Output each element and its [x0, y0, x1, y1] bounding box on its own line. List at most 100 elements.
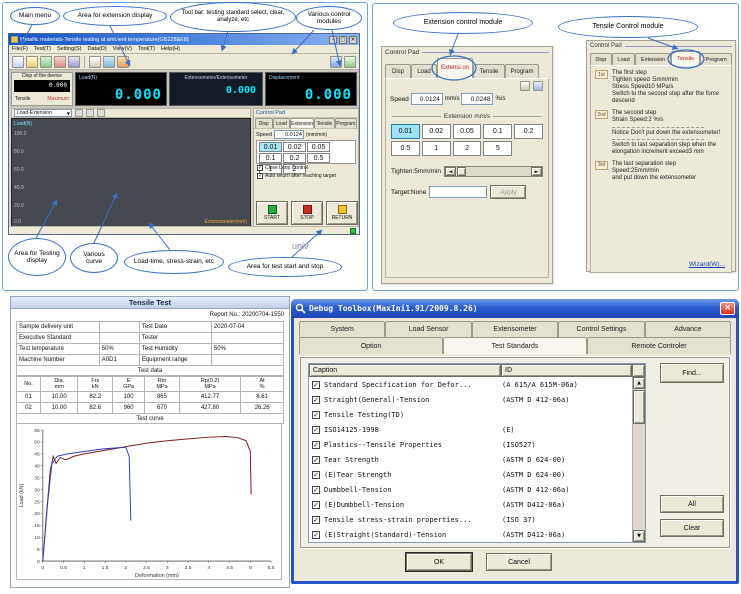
standard-list-item[interactable]: ✓Dumbbell-Tension(ASTM D 412-06a)	[309, 482, 632, 497]
list-scrollbar[interactable]: ▲ ▼	[632, 377, 645, 542]
toolbar-icon-9[interactable]	[330, 56, 342, 68]
tab-disp[interactable]: Disp	[385, 64, 411, 78]
speed-preset-button[interactable]: 0.01	[259, 142, 282, 152]
checkbox-checked-icon[interactable]: ✓	[312, 441, 320, 449]
standard-list-item[interactable]: ✓Plastics--Tensile Properties(ISO527)	[309, 437, 632, 452]
cancel-button[interactable]: Cancel	[486, 553, 552, 571]
minimize-button[interactable]: –	[329, 36, 337, 44]
speed-pct-input[interactable]: 0.0248	[461, 93, 493, 105]
pad-speed-input[interactable]: 0.0124	[274, 130, 304, 139]
ext-speed-button[interactable]: 0.5	[391, 141, 420, 156]
slider-right-arrow[interactable]: ►	[531, 167, 542, 176]
maximize-button[interactable]: □	[339, 36, 347, 44]
menu-data[interactable]: Data(D)	[87, 46, 106, 52]
tab-tensile[interactable]: Tensile	[671, 51, 701, 65]
tab-load[interactable]: Load	[411, 64, 437, 78]
checkbox-checked-icon[interactable]: ✓	[312, 516, 320, 524]
checkbox-checked-icon[interactable]: ✓	[312, 471, 320, 479]
slider-thumb[interactable]	[457, 167, 466, 176]
menu-help[interactable]: Help(H)	[161, 46, 180, 52]
checkbox-checked-icon[interactable]: ✓	[312, 531, 320, 539]
ext-speed-button[interactable]: 0.05	[453, 124, 482, 139]
menu-setting[interactable]: Setting(S)	[57, 46, 81, 52]
toolbar-icon-8[interactable]	[117, 56, 129, 68]
speed-preset-button[interactable]: 0.1	[259, 153, 282, 163]
toolbar-icon-1[interactable]	[12, 56, 24, 68]
tab-test-standards[interactable]: Test Standards	[443, 337, 587, 354]
pad-tab-load[interactable]: Load	[273, 118, 291, 128]
checkbox-checked-icon[interactable]: ✓	[312, 426, 320, 434]
tab-tensile[interactable]: Tensile	[473, 64, 505, 78]
standard-list-item[interactable]: ✓Straight(General)-Tension(ASTM D 412-06…	[309, 392, 632, 407]
speed-preset-button[interactable]: 0.05	[307, 142, 330, 152]
tab-program[interactable]: Program	[505, 64, 539, 78]
standard-list-item[interactable]: ✓ISO14125-1998(E)	[309, 422, 632, 437]
all-button[interactable]: All	[660, 495, 724, 513]
column-header-id[interactable]: ID	[501, 364, 632, 377]
standard-list-item[interactable]: ✓Tensile Testing(TD)	[309, 407, 632, 422]
standard-list-item[interactable]: ✓Tear Strength(ASTM D 624-00)	[309, 452, 632, 467]
tab-option[interactable]: Option	[299, 337, 443, 354]
pad-tab-program[interactable]: Program	[335, 118, 357, 128]
toolbar-icon-7[interactable]	[103, 56, 115, 68]
tab-remote-controler[interactable]: Remote Controler	[587, 337, 731, 354]
slider-left-arrow[interactable]: ◄	[445, 167, 456, 176]
ext-speed-button[interactable]: 0.2	[514, 124, 543, 139]
tab-system[interactable]: System	[299, 321, 385, 337]
toolbar-icon-4[interactable]	[54, 56, 66, 68]
tab-control-settings[interactable]: Control Settings	[558, 321, 644, 337]
tab-extension[interactable]: Extension	[635, 53, 671, 65]
speed-preset-button[interactable]: 0.5	[307, 153, 330, 163]
checkbox-checked-icon[interactable]: ✓	[312, 381, 320, 389]
wizard-link[interactable]: Wizard(W)...	[689, 261, 725, 268]
scroll-thumb[interactable]	[633, 390, 645, 424]
return-button[interactable]: RETURN	[326, 201, 358, 225]
toolbar-icon-10[interactable]	[344, 56, 356, 68]
report-titlebar[interactable]: Tensile Test	[11, 297, 289, 309]
tab-advance[interactable]: Advance	[645, 321, 731, 337]
edit-icon[interactable]	[97, 109, 105, 117]
target-input[interactable]	[429, 186, 487, 198]
checkbox-checked-icon[interactable]: ✓	[312, 411, 320, 419]
stop-button[interactable]: STOP	[291, 201, 323, 225]
tab-program[interactable]: Program	[700, 53, 732, 65]
scroll-up-arrow[interactable]: ▲	[633, 377, 645, 389]
tab-extensometer[interactable]: Extensometer	[472, 321, 558, 337]
checkbox-checked-icon[interactable]: ✓	[312, 456, 320, 464]
standard-list-item[interactable]: ✓Tensile stress-strain properties...(ISO…	[309, 512, 632, 527]
zoom-in-icon[interactable]	[75, 109, 83, 117]
tab-load[interactable]: Load	[612, 53, 636, 65]
standard-list-item[interactable]: ✓(E)Tear Strength(ASTM D 624-00)	[309, 467, 632, 482]
scroll-down-arrow[interactable]: ▼	[633, 530, 645, 542]
find-button[interactable]: Find...	[660, 363, 724, 383]
pad-tab-tensile[interactable]: Tensile	[314, 118, 335, 128]
toolbar-icon-3[interactable]	[40, 56, 52, 68]
checkbox-checked-icon[interactable]: ✓	[312, 396, 320, 404]
slider-track[interactable]	[456, 167, 531, 176]
checkbox-checked-icon[interactable]: ✓	[257, 165, 263, 171]
pad-tab-extension[interactable]: Extension	[290, 118, 314, 128]
app-titlebar[interactable]: Metallic materials-Tensile testing at am…	[9, 34, 359, 45]
print-icon[interactable]	[520, 81, 530, 91]
live-plot[interactable]: Load(N) 100.0 80.0 60.0 40.0 20.0 0.0 Ex…	[11, 118, 251, 228]
standard-list-item[interactable]: ✓Standard Specification for Defor...(A 6…	[309, 377, 632, 392]
checkbox-checked-icon[interactable]: ✓	[257, 173, 263, 179]
menu-view[interactable]: View(V)	[113, 46, 132, 52]
close-button[interactable]: ×	[349, 36, 357, 44]
speed-preset-button[interactable]: 0.2	[283, 153, 306, 163]
start-button[interactable]: START	[256, 201, 288, 225]
menu-file[interactable]: File(F)	[12, 46, 28, 52]
tab-load-sensor[interactable]: Load Sensor	[385, 321, 471, 337]
tighten-slider[interactable]: ◄ ►	[444, 166, 543, 177]
ext-speed-button[interactable]: 1	[422, 141, 451, 156]
standard-list-item[interactable]: ✓(E)Straight(Standard)-Tension(ASTM D412…	[309, 527, 632, 542]
zoom-out-icon[interactable]	[86, 109, 94, 117]
ok-button[interactable]: OK	[406, 553, 472, 571]
ext-speed-button[interactable]: 5	[483, 141, 512, 156]
standard-list-item[interactable]: ✓(E)Dumbbell-Tension(ASTM D412-06a)	[309, 497, 632, 512]
ext-speed-button[interactable]: 0.02	[422, 124, 451, 139]
ext-speed-button[interactable]: 0.01	[391, 124, 420, 139]
tab-extension[interactable]: Extensi on	[437, 58, 473, 78]
report-icon[interactable]	[533, 81, 543, 91]
speed-mm-input[interactable]: 0.0124	[411, 93, 443, 105]
